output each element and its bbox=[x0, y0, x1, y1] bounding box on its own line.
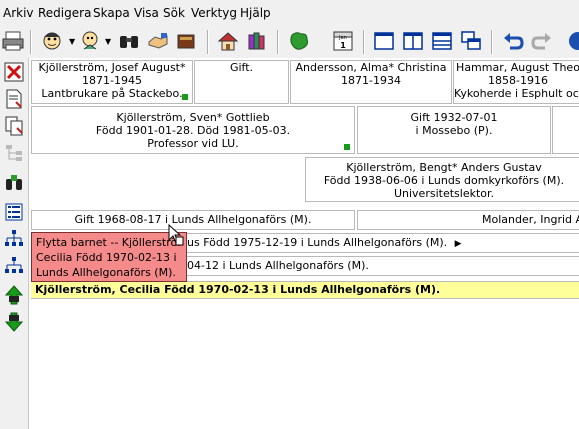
selected-person-bar[interactable]: Kjöllerström, Cecilia Född 1970-02-13 i … bbox=[31, 281, 579, 299]
person-dates: 1858-1916 bbox=[488, 74, 548, 87]
book-icon[interactable] bbox=[174, 29, 198, 53]
person-dates: 1871-1934 bbox=[341, 74, 401, 87]
move-up-icon[interactable] bbox=[3, 284, 25, 306]
person-card-august[interactable]: Hammar, August Theo 1858-1916 Kykoherde … bbox=[453, 60, 579, 104]
person-dates: 1871-1945 bbox=[82, 74, 142, 87]
menu-visa[interactable]: Visa bbox=[134, 6, 159, 20]
expand-arrow-icon[interactable]: ▶ bbox=[455, 239, 462, 249]
print-icon[interactable] bbox=[1, 29, 25, 53]
binoculars-icon[interactable] bbox=[117, 29, 141, 53]
descendants-tree-icon[interactable] bbox=[3, 228, 25, 250]
child-text: 04-12 i Lunds Allhelgonaförs (M). bbox=[187, 259, 369, 272]
delete-icon[interactable] bbox=[3, 61, 25, 83]
menu-verktyg[interactable]: Verktyg bbox=[191, 6, 237, 20]
person-occupation: Professor vid LU. bbox=[147, 137, 239, 150]
marriage-place: i Mossebo (P). bbox=[415, 124, 493, 137]
menu-redigera[interactable]: Redigera bbox=[38, 6, 91, 20]
move-down-icon[interactable] bbox=[3, 311, 25, 333]
drag-tooltip: Flytta barnet -- Kjöllerström Cecilia Fö… bbox=[31, 232, 187, 282]
source-indicator-icon bbox=[344, 144, 350, 150]
person-name: Molander, Ingrid Ann bbox=[482, 213, 579, 226]
person-card-bengt[interactable]: Kjöllerström, Bengt* Anders Gustav Född … bbox=[305, 157, 579, 202]
person-search-icon[interactable] bbox=[79, 29, 103, 53]
person-occupation: Universitetslektor. bbox=[393, 187, 495, 200]
mouse-cursor-icon bbox=[168, 223, 184, 249]
tooltip-line: Lunds Allhelgonaförs (M). bbox=[36, 266, 176, 279]
person-card-ingrid[interactable]: Molander, Ingrid Ann bbox=[357, 210, 579, 230]
marriage-card-row4[interactable]: Gift 1968-08-17 i Lunds Allhelgonaförs (… bbox=[31, 210, 355, 230]
view-single-icon[interactable] bbox=[372, 29, 396, 53]
tooltip-line: Cecilia Född 1970-02-13 i bbox=[36, 251, 177, 264]
person-name: Hammar, August Theo bbox=[456, 61, 579, 74]
person-card-partial[interactable] bbox=[552, 106, 579, 154]
marriage-card-row2[interactable]: Gift 1932-07-01 i Mossebo (P). bbox=[357, 106, 551, 154]
person-card-alma[interactable]: Andersson, Alma* Christina 1871-1934 bbox=[290, 60, 452, 104]
person-dropdown-arrow-icon[interactable]: ▼ bbox=[69, 37, 75, 46]
view-columns-icon[interactable] bbox=[401, 29, 425, 53]
menu-hjalp[interactable]: Hjälp bbox=[240, 6, 271, 20]
redo-icon[interactable] bbox=[530, 29, 554, 53]
toolbar: ▼ ▼ Jan 1 bbox=[0, 26, 579, 58]
marriage-text: Gift 1968-08-17 i Lunds Allhelgonaförs (… bbox=[74, 213, 312, 226]
binoculars-tree-icon[interactable] bbox=[3, 172, 25, 194]
menu-sok[interactable]: Sök bbox=[163, 6, 185, 20]
view-cascade-icon[interactable] bbox=[459, 29, 483, 53]
svg-text:1: 1 bbox=[340, 41, 346, 50]
person-occupation: Lantbrukare på Stackebo. bbox=[41, 87, 183, 100]
ancestors-tree-icon[interactable] bbox=[3, 255, 25, 277]
tree-disabled-icon[interactable] bbox=[3, 142, 25, 164]
edit-document-icon[interactable] bbox=[3, 88, 25, 110]
marriage-card-row1[interactable]: Gift. bbox=[194, 60, 289, 104]
left-sidebar bbox=[0, 58, 29, 429]
search-dropdown-arrow-icon[interactable]: ▼ bbox=[105, 37, 111, 46]
person-name: Kjöllerström, Josef August* bbox=[38, 61, 186, 74]
person-dates: Född 1901-01-28. Död 1981-05-03. bbox=[95, 124, 291, 137]
person-face-icon[interactable] bbox=[40, 29, 64, 53]
marriage-text: Gift. bbox=[229, 61, 254, 74]
person-name: Kjöllerström, Sven* Gottlieb bbox=[116, 111, 270, 124]
marriage-date: Gift 1932-07-01 bbox=[410, 111, 498, 124]
person-occupation: Kykoherde i Esphult och E bbox=[454, 87, 579, 100]
map-icon[interactable] bbox=[287, 29, 311, 53]
copy-document-icon[interactable] bbox=[3, 115, 25, 137]
child-text: us Född 1975-12-19 i Lunds Allhelgonaför… bbox=[187, 236, 448, 249]
source-indicator-icon bbox=[182, 94, 188, 100]
home-icon[interactable] bbox=[216, 29, 240, 53]
tooltip-line: Flytta barnet -- Kjöllerström bbox=[36, 236, 182, 249]
list-view-icon[interactable] bbox=[3, 201, 25, 223]
calendar-icon[interactable]: Jan 1 bbox=[331, 29, 355, 53]
books-icon[interactable] bbox=[245, 29, 269, 53]
help-icon[interactable] bbox=[566, 29, 579, 53]
undo-icon[interactable] bbox=[501, 29, 525, 53]
person-card-josef[interactable]: Kjöllerström, Josef August* 1871-1945 La… bbox=[31, 60, 193, 104]
person-name: Kjöllerström, Bengt* Anders Gustav bbox=[346, 161, 542, 174]
menu-bar: Arkiv Redigera Skapa Visa Sök Verktyg Hj… bbox=[0, 0, 579, 26]
person-dates: Född 1938-06-06 i Lunds domkyrkoförs (M)… bbox=[323, 174, 565, 187]
person-name: Andersson, Alma* Christina bbox=[295, 61, 447, 74]
handshake-icon[interactable] bbox=[146, 29, 170, 53]
view-rows-icon[interactable] bbox=[430, 29, 454, 53]
menu-skapa[interactable]: Skapa bbox=[93, 6, 130, 20]
person-card-sven[interactable]: Kjöllerström, Sven* Gottlieb Född 1901-0… bbox=[31, 106, 355, 154]
menu-arkiv[interactable]: Arkiv bbox=[3, 6, 34, 20]
